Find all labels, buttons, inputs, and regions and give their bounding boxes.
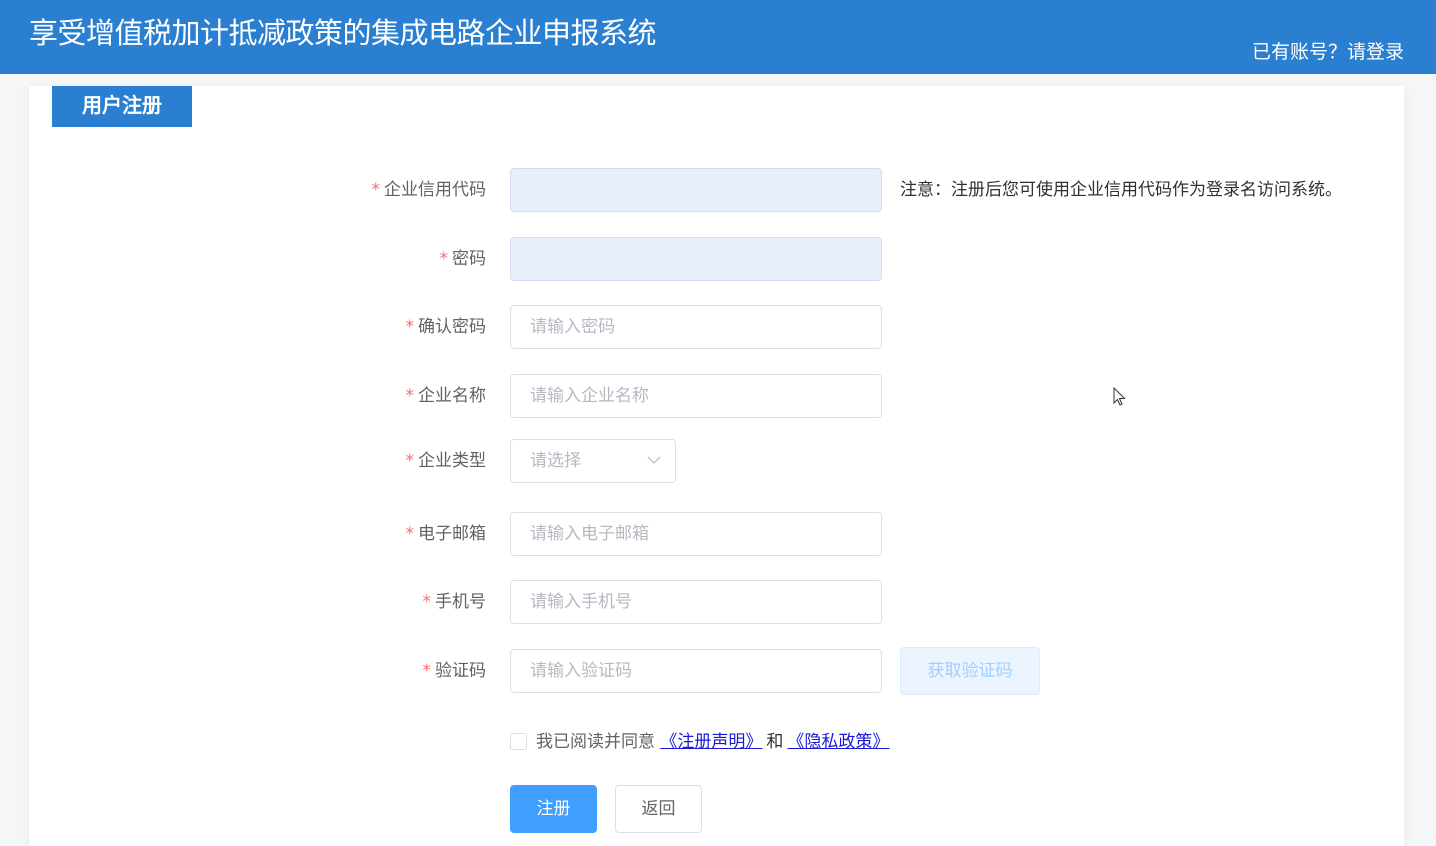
required-star: * [405, 386, 415, 406]
company-type-placeholder: 请选择 [530, 451, 581, 471]
email-row: * 电子邮箱 [29, 512, 1404, 556]
phone-row: * 手机号 [29, 580, 1404, 624]
phone-input[interactable] [510, 580, 882, 624]
agreement-line: 我已阅读并同意 《注册声明》和《隐私政策》 [510, 727, 889, 752]
email-label: * 电子邮箱 [406, 512, 487, 556]
agreement-and: 和 [766, 732, 784, 752]
required-star: * [405, 451, 415, 471]
required-star: * [422, 661, 432, 681]
login-link[interactable]: 已有账号？请登录 [1252, 37, 1404, 64]
confirm-password-label: * 确认密码 [406, 305, 487, 349]
password-input[interactable] [510, 237, 882, 281]
credit-code-note: 注意：注册后您可使用企业信用代码作为登录名访问系统。 [900, 180, 1342, 200]
password-label-text: 密码 [452, 249, 486, 269]
company-type-row: * 企业类型 请选择 [29, 439, 1404, 483]
verify-code-label-text: 验证码 [435, 661, 486, 681]
email-label-text: 电子邮箱 [418, 524, 486, 544]
top-header: 享受增值税加计抵减政策的集成电路企业申报系统 已有账号？请登录 [0, 0, 1436, 74]
credit-code-label-text: 企业信用代码 [384, 180, 486, 200]
required-star: * [405, 524, 415, 544]
register-button[interactable]: 注册 [510, 785, 597, 833]
back-button[interactable]: 返回 [615, 785, 702, 833]
phone-label-text: 手机号 [435, 592, 486, 612]
mouse-cursor-icon [1113, 387, 1126, 406]
register-card-tag: 用户注册 [52, 86, 192, 127]
credit-code-row: * 企业信用代码 注意：注册后您可使用企业信用代码作为登录名访问系统。 [29, 168, 1404, 212]
required-star: * [405, 317, 415, 337]
get-code-button[interactable]: 获取验证码 [900, 647, 1040, 695]
verify-code-row: *验证码 获取验证码 [29, 647, 1404, 695]
register-card: 用户注册 * 企业信用代码 注意：注册后您可使用企业信用代码作为登录名访问系统。 … [29, 86, 1404, 846]
verify-code-input[interactable] [510, 649, 882, 693]
required-star: * [371, 180, 381, 200]
credit-code-label: * 企业信用代码 [372, 168, 487, 212]
company-type-select[interactable]: 请选择 [510, 439, 676, 483]
required-star: * [422, 592, 432, 612]
company-type-label-text: 企业类型 [418, 451, 486, 471]
terms-link[interactable]: 《注册声明》 [660, 732, 762, 752]
company-name-label: * 企业名称 [406, 374, 487, 418]
verify-code-label: * 验证码 [423, 649, 487, 693]
company-name-row: * 企业名称 [29, 374, 1404, 418]
password-row: * 密码 [29, 237, 1404, 281]
confirm-password-row: * 确认密码 [29, 305, 1404, 349]
required-star: * [439, 249, 449, 269]
confirm-password-input[interactable] [510, 305, 882, 349]
app-title: 享受增值税加计抵减政策的集成电路企业申报系统 [29, 16, 657, 50]
confirm-password-label-text: 确认密码 [418, 317, 486, 337]
company-name-input[interactable] [510, 374, 882, 418]
chevron-down-icon [647, 456, 661, 465]
credit-code-input[interactable] [510, 168, 882, 212]
password-label: * 密码 [440, 237, 487, 281]
company-type-label: * 企业类型 [406, 439, 487, 483]
phone-label: * 手机号 [423, 580, 487, 624]
privacy-link[interactable]: 《隐私政策》 [787, 732, 889, 752]
agreement-checkbox[interactable] [510, 733, 527, 750]
agreement-prefix: 我已阅读并同意 [536, 732, 655, 752]
email-input[interactable] [510, 512, 882, 556]
company-name-label-text: 企业名称 [418, 386, 486, 406]
